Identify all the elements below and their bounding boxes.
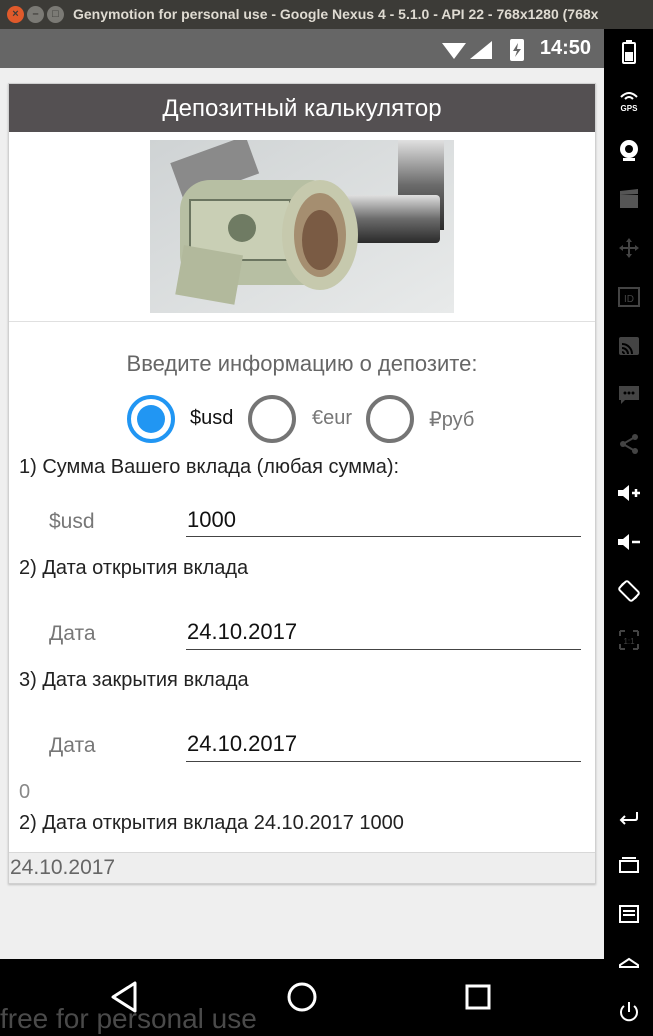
footer-date: 24.10.2017 [10,856,116,879]
watermark: free for personal use [0,1003,257,1034]
close-date-input[interactable]: 24.10.2017 [187,731,297,757]
open-date-underline [186,649,581,650]
home-circle-icon[interactable] [282,977,322,1017]
radio-rub[interactable] [366,395,414,443]
open-date-question: 2) Дата открытия вклада [19,557,249,579]
amount-question: 1) Сумма Вашего вклада (любая сумма): [19,456,400,478]
share-icon[interactable] [613,428,645,460]
radio-eur[interactable] [248,395,296,443]
recent-square-icon[interactable] [458,977,498,1017]
video-icon[interactable] [613,183,645,215]
divider [9,321,595,322]
close-date-underline [186,761,581,762]
close-date-label: Дата [49,734,96,757]
signal-icon [470,41,492,59]
window-title: Genymotion for personal use - Google Nex… [73,6,599,22]
result-value: 0 [19,781,31,803]
app-card: Депозитный калькулятор Введите информаци… [8,83,596,884]
open-date-input[interactable]: 24.10.2017 [187,619,297,645]
gps-icon[interactable]: GPS [613,85,645,117]
power-icon[interactable] [613,996,645,1028]
money-roll-image [150,140,454,313]
emulator-screen: 14:50 Депозитный калькулятор Введите инф… [0,29,604,1036]
minimize-window-button[interactable]: – [27,6,44,23]
home-icon[interactable] [613,947,645,979]
maximize-window-button[interactable]: □ [47,6,64,23]
menu-icon[interactable] [613,898,645,930]
cast-icon[interactable] [613,330,645,362]
radio-rub-label[interactable]: ₽руб [429,407,474,432]
move-icon[interactable] [613,232,645,264]
result-summary: 2) Дата открытия вклада 24.10.2017 1000 [19,812,404,834]
window-titlebar: × – □ Genymotion for personal use - Goog… [0,0,653,29]
deposit-prompt: Введите информацию о депозите: [126,351,478,376]
radio-eur-label[interactable]: €eur [312,407,352,430]
radio-usd-label[interactable]: $usd [190,407,233,430]
id-icon[interactable]: ID [613,281,645,313]
camera-icon[interactable] [613,134,645,166]
status-time: 14:50 [539,37,591,59]
svg-text:GPS: GPS [621,104,639,113]
android-status-bar: 14:50 [0,29,604,68]
close-window-button[interactable]: × [7,6,24,23]
volume-down-icon[interactable] [613,526,645,558]
volume-up-icon[interactable] [613,477,645,509]
open-date-label: Дата [49,622,96,645]
recent-apps-icon[interactable] [613,849,645,881]
radio-usd[interactable] [127,395,175,443]
svg-text:ID: ID [624,294,634,305]
screen: × – □ Genymotion for personal use - Goog… [0,0,653,1036]
wifi-icon [442,43,466,59]
sms-icon[interactable] [613,379,645,411]
battery-icon[interactable] [613,36,645,68]
footer-bar: 24.10.2017 [9,852,595,883]
amount-input-underline [186,536,581,537]
amount-input[interactable]: 1000 [187,507,236,533]
amount-currency-label: $usd [49,510,95,533]
status-icons [442,39,524,61]
scale-icon[interactable]: 1:1 [613,624,645,656]
app-title: Депозитный калькулятор [9,84,595,132]
emulator-toolbar: GPS ID 1:1 [604,29,653,1036]
close-date-question: 3) Дата закрытия вклада [19,669,249,691]
back-icon[interactable] [613,800,645,832]
rotate-icon[interactable] [613,575,645,607]
svg-text:1:1: 1:1 [623,637,635,646]
